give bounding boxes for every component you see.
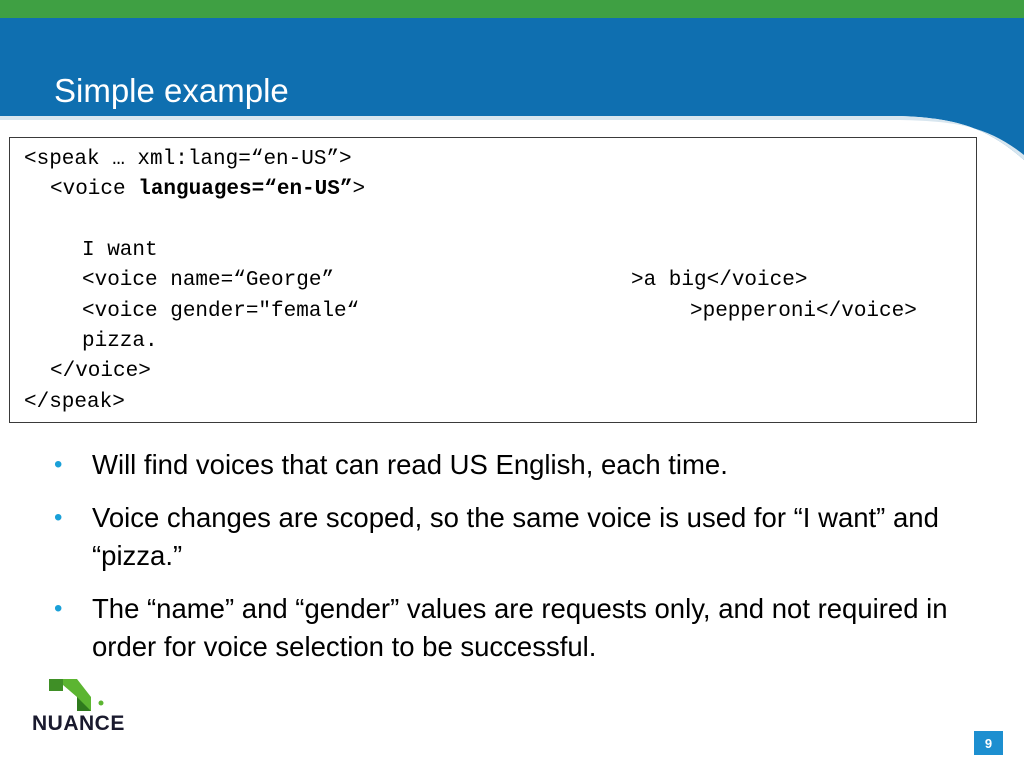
code-line: >a big</voice> bbox=[631, 269, 808, 292]
bullet-item: • Voice changes are scoped, so the same v… bbox=[52, 499, 982, 575]
code-line: <voice name=“George” bbox=[82, 269, 335, 292]
code-line: </voice> bbox=[50, 360, 151, 383]
bullet-icon: • bbox=[54, 595, 63, 622]
bullet-icon: • bbox=[54, 504, 63, 531]
logo-wordmark: NUANCE bbox=[32, 712, 125, 735]
code-box: <speak … xml:lang=“en-US”> <voice langua… bbox=[9, 137, 977, 423]
bullet-icon: • bbox=[54, 451, 63, 478]
bullet-item: • Will find voices that can read US Engli… bbox=[52, 446, 982, 484]
code-line: </speak> bbox=[24, 391, 125, 414]
code-line: <voice gender="female“ bbox=[82, 300, 360, 323]
code-line: >pepperoni</voice> bbox=[690, 300, 917, 323]
code-line: <speak … xml:lang=“en-US”> bbox=[24, 148, 352, 171]
page-number-badge: 9 bbox=[974, 731, 1003, 755]
bullet-item: • The “name” and “gender” values are requ… bbox=[52, 590, 982, 666]
bullet-list: • Will find voices that can read US Engli… bbox=[52, 446, 982, 681]
code-line: I want bbox=[82, 239, 158, 262]
slide-title: Simple example bbox=[54, 72, 289, 109]
code-line: pizza. bbox=[82, 330, 158, 353]
slide-header: Simple example bbox=[0, 0, 1024, 160]
code-line: <voice languages=“en-US”> bbox=[50, 178, 366, 201]
nuance-logo-icon bbox=[49, 679, 104, 711]
